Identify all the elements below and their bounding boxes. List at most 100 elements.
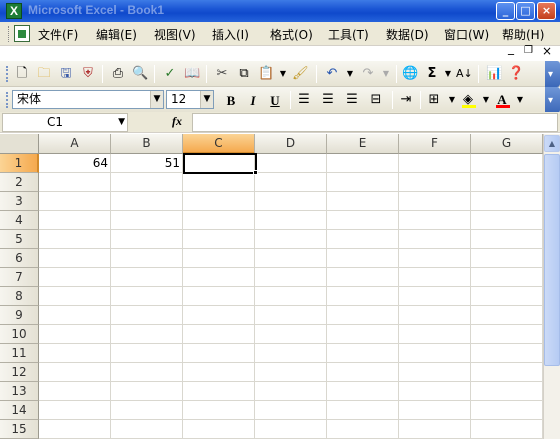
borders-dropdown-icon[interactable]: ▼ bbox=[444, 92, 460, 108]
minimize-button[interactable]: _ bbox=[496, 2, 515, 20]
column-header-g[interactable]: G bbox=[471, 134, 543, 154]
chevron-down-icon[interactable]: ▼ bbox=[200, 91, 213, 108]
new-icon[interactable]: 🗋 bbox=[14, 66, 30, 82]
row-header-12[interactable]: 12 bbox=[0, 363, 39, 382]
research-icon[interactable]: 📖 bbox=[184, 66, 200, 82]
menu-insert[interactable]: 插入(I) bbox=[212, 26, 249, 43]
paste-dropdown-icon[interactable]: ▼ bbox=[275, 66, 291, 82]
autosum-dropdown-icon[interactable]: ▼ bbox=[440, 66, 456, 82]
close-button[interactable]: × bbox=[537, 2, 556, 20]
toolbar-separator bbox=[154, 65, 155, 83]
cell-a1[interactable]: 64 bbox=[39, 154, 111, 173]
fill-color-icon[interactable]: ◈ bbox=[460, 92, 476, 108]
toolbar-options-icon[interactable] bbox=[545, 61, 560, 87]
save-icon[interactable]: 🖫 bbox=[58, 66, 74, 82]
font-color-dropdown-icon[interactable]: ▼ bbox=[512, 92, 528, 108]
column-header-c[interactable]: C bbox=[183, 134, 255, 154]
borders-icon[interactable]: ⊞ bbox=[426, 92, 442, 108]
toolbar-grip[interactable] bbox=[6, 92, 9, 108]
column-header-a[interactable]: A bbox=[39, 134, 111, 154]
worksheet-grid[interactable]: A B C D E F G 1 2 3 4 5 6 7 8 9 10 11 12 13 14 15 64 51 bbox=[0, 134, 543, 439]
help-icon[interactable]: ❓ bbox=[508, 66, 524, 82]
doc-minimize-button[interactable]: _ bbox=[508, 41, 514, 55]
font-name-select[interactable]: 宋体 ▼ bbox=[12, 90, 164, 109]
hyperlink-icon[interactable]: 🌐 bbox=[402, 66, 418, 82]
column-header-d[interactable]: D bbox=[255, 134, 327, 154]
align-center-icon[interactable]: ☰ bbox=[320, 92, 336, 108]
indent-icon[interactable]: ⇥ bbox=[398, 92, 414, 108]
row-header-11[interactable]: 11 bbox=[0, 344, 39, 363]
menu-window[interactable]: 窗口(W) bbox=[444, 26, 489, 43]
active-cell-c1[interactable] bbox=[183, 153, 257, 174]
excel-app-icon[interactable]: X bbox=[6, 3, 22, 19]
scrollbar-thumb[interactable] bbox=[544, 154, 560, 366]
row-header-8[interactable]: 8 bbox=[0, 287, 39, 306]
chevron-down-icon[interactable]: ▼ bbox=[118, 114, 125, 131]
maximize-button[interactable]: □ bbox=[516, 2, 535, 20]
chevron-down-icon[interactable]: ▼ bbox=[150, 91, 163, 108]
column-header-f[interactable]: F bbox=[399, 134, 471, 154]
align-left-icon[interactable]: ☰ bbox=[296, 92, 312, 108]
font-size-select[interactable]: 12 ▼ bbox=[166, 90, 214, 109]
align-right-icon[interactable]: ☰ bbox=[344, 92, 360, 108]
paste-icon[interactable]: 📋 bbox=[258, 66, 274, 82]
toolbar-separator bbox=[396, 65, 397, 83]
column-header-e[interactable]: E bbox=[327, 134, 399, 154]
italic-button[interactable]: I bbox=[244, 92, 262, 109]
formula-input[interactable] bbox=[192, 113, 558, 132]
column-header-b[interactable]: B bbox=[111, 134, 183, 154]
menu-file[interactable]: 文件(F) bbox=[38, 26, 78, 43]
open-folder-icon[interactable]: 🗀 bbox=[36, 66, 52, 82]
row-header-4[interactable]: 4 bbox=[0, 211, 39, 230]
row-header-1[interactable]: 1 bbox=[0, 154, 39, 173]
doc-close-button[interactable]: × bbox=[542, 44, 552, 58]
row-header-9[interactable]: 9 bbox=[0, 306, 39, 325]
row-header-10[interactable]: 10 bbox=[0, 325, 39, 344]
format-painter-icon[interactable]: 🖌 bbox=[292, 66, 309, 82]
redo-dropdown-icon[interactable]: ▼ bbox=[378, 66, 394, 82]
menu-view[interactable]: 视图(V) bbox=[154, 26, 196, 43]
menu-data[interactable]: 数据(D) bbox=[386, 26, 429, 43]
print-icon[interactable]: ⎙ bbox=[110, 66, 126, 82]
workbook-icon[interactable] bbox=[14, 25, 30, 42]
doc-restore-button[interactable]: ❐ bbox=[524, 45, 533, 56]
menu-tools[interactable]: 工具(T) bbox=[328, 26, 369, 43]
bold-button[interactable]: B bbox=[222, 92, 240, 109]
autosum-icon[interactable]: Σ bbox=[424, 66, 440, 82]
menu-edit[interactable]: 编辑(E) bbox=[96, 26, 137, 43]
fill-color-dropdown-icon[interactable]: ▼ bbox=[478, 92, 494, 108]
row-header-15[interactable]: 15 bbox=[0, 420, 39, 439]
fill-handle[interactable] bbox=[253, 170, 258, 175]
vertical-scrollbar[interactable]: ▲ bbox=[543, 134, 560, 439]
row-header-7[interactable]: 7 bbox=[0, 268, 39, 287]
underline-button[interactable]: U bbox=[266, 92, 284, 109]
row-header-13[interactable]: 13 bbox=[0, 382, 39, 401]
redo-icon[interactable]: ↷ bbox=[360, 66, 376, 82]
font-name-value: 宋体 bbox=[17, 92, 42, 106]
toolbar-options-icon[interactable] bbox=[545, 87, 560, 113]
copy-icon[interactable]: ⧉ bbox=[236, 66, 252, 82]
cut-icon[interactable]: ✂ bbox=[214, 66, 230, 82]
insert-function-icon[interactable]: fx bbox=[172, 114, 182, 129]
scroll-up-button[interactable]: ▲ bbox=[544, 135, 560, 152]
sort-ascending-icon[interactable]: A↓ bbox=[456, 66, 473, 82]
row-header-3[interactable]: 3 bbox=[0, 192, 39, 211]
menu-grip[interactable] bbox=[8, 26, 11, 42]
row-header-2[interactable]: 2 bbox=[0, 173, 39, 192]
font-color-icon[interactable]: A bbox=[494, 92, 510, 108]
undo-dropdown-icon[interactable]: ▼ bbox=[342, 66, 358, 82]
menu-format[interactable]: 格式(O) bbox=[270, 26, 313, 43]
row-header-6[interactable]: 6 bbox=[0, 249, 39, 268]
merge-center-icon[interactable]: ⊟ bbox=[368, 92, 384, 108]
print-preview-icon[interactable]: 🔍 bbox=[132, 66, 148, 82]
toolbar-grip[interactable] bbox=[6, 66, 9, 82]
row-header-14[interactable]: 14 bbox=[0, 401, 39, 420]
undo-icon[interactable]: ↶ bbox=[324, 66, 340, 82]
name-box[interactable]: C1 ▼ bbox=[2, 113, 128, 132]
select-all-corner[interactable] bbox=[0, 134, 39, 154]
chart-wizard-icon[interactable]: 📊 bbox=[486, 66, 502, 82]
row-header-5[interactable]: 5 bbox=[0, 230, 39, 249]
cell-b1[interactable]: 51 bbox=[111, 154, 183, 173]
spelling-icon[interactable]: ✓ bbox=[162, 66, 178, 82]
permission-icon[interactable]: ⛨ bbox=[80, 66, 96, 82]
